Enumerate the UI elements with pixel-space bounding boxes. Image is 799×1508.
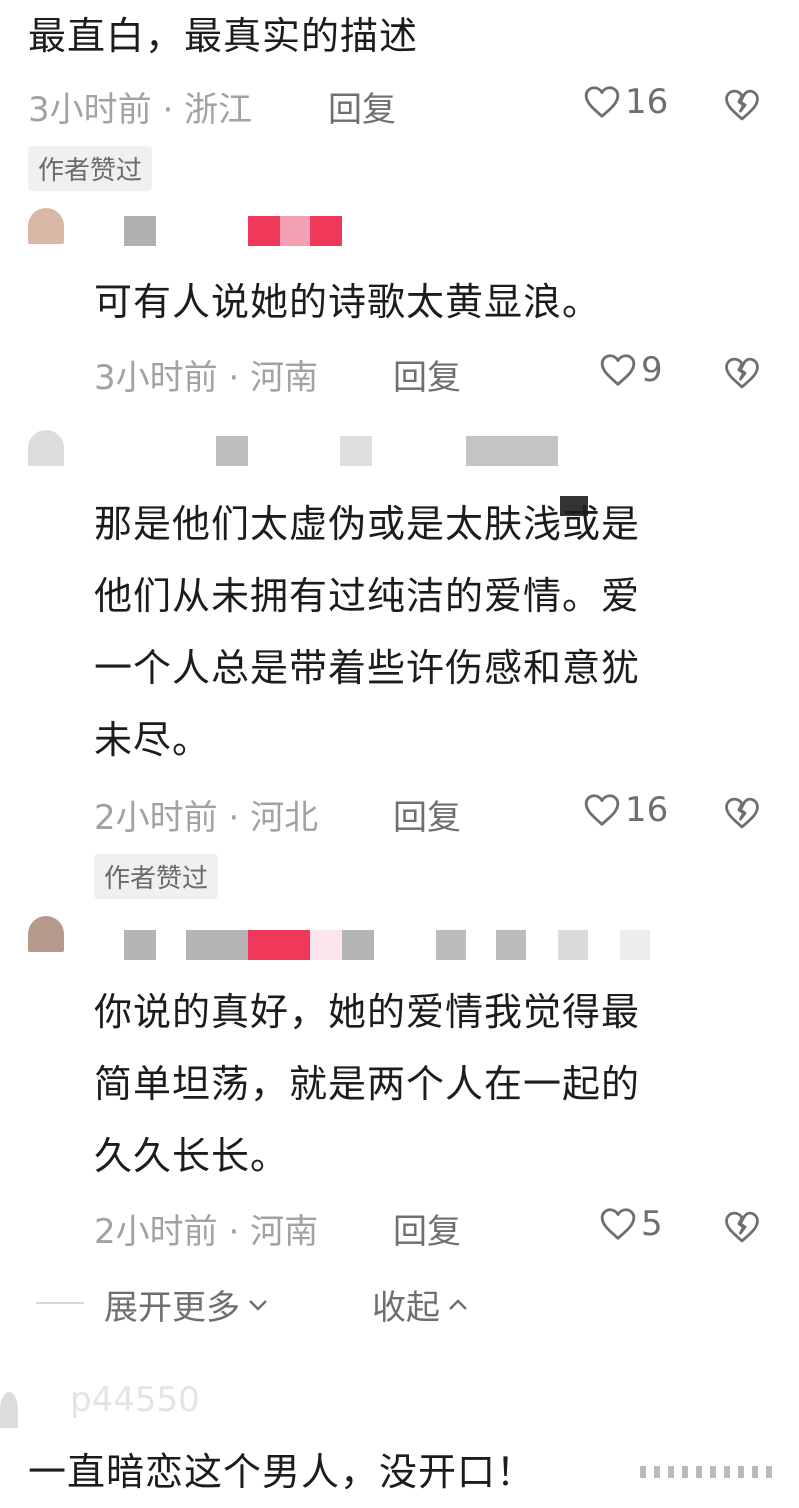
comment-line: 你说的真好，她的爱情我觉得最 xyxy=(94,990,641,1034)
redacted-username xyxy=(216,436,248,466)
like-button[interactable]: 16 xyxy=(583,82,668,122)
author-liked-badge: 作者赞过 xyxy=(94,854,219,899)
expand-more-label: 展开更多 xyxy=(104,1288,240,1328)
reply-button[interactable]: 回复 xyxy=(328,90,396,130)
redacted-badge xyxy=(248,930,310,960)
collapse-button[interactable]: 收起 xyxy=(372,1280,470,1329)
meta-separator: · xyxy=(162,90,185,130)
redacted-username xyxy=(124,930,156,960)
comment-time: 3小时前 xyxy=(94,358,218,398)
meta-separator: · xyxy=(228,1212,251,1252)
reply-button[interactable]: 回复 xyxy=(393,798,461,838)
comment-location: 浙江 xyxy=(184,90,253,130)
redacted-badge xyxy=(496,930,526,960)
chevron-up-icon xyxy=(446,1297,470,1313)
redacted-badge xyxy=(466,436,558,466)
comment-location: 河南 xyxy=(250,1212,319,1252)
comment-line: 一个人总是带着些许伤感和意犹 xyxy=(94,646,641,690)
divider-line xyxy=(36,1302,84,1304)
redacted-badge xyxy=(558,930,588,960)
comment-text: 最直白，最真实的描述 xyxy=(28,14,419,58)
heart-outline-icon xyxy=(599,1206,637,1242)
heart-outline-icon xyxy=(599,352,637,388)
comment-meta: 2小时前 · 河南 xyxy=(94,1204,318,1253)
comment-line: 那是他们太虚伪或是太肤浅或是 xyxy=(94,502,641,546)
like-button[interactable]: 9 xyxy=(599,350,663,390)
redacted-badge xyxy=(342,930,374,960)
redacted-badge xyxy=(248,216,280,246)
like-count: 16 xyxy=(625,790,669,830)
heart-outline-icon xyxy=(583,792,621,828)
avatar[interactable] xyxy=(28,430,64,466)
comment-time: 2小时前 xyxy=(94,798,218,838)
comment-meta: 2小时前 · 河北 xyxy=(94,790,318,839)
comment-meta: 3小时前 · 浙江 xyxy=(28,82,252,131)
redacted-badge xyxy=(436,930,466,960)
redacted-fragment xyxy=(640,1466,780,1478)
avatar[interactable] xyxy=(0,1392,18,1428)
redacted-badge xyxy=(310,216,342,246)
like-button[interactable]: 16 xyxy=(583,790,668,830)
chevron-down-icon xyxy=(246,1297,270,1313)
like-count: 9 xyxy=(641,350,663,390)
redacted-username xyxy=(340,436,372,466)
meta-separator: · xyxy=(228,798,251,838)
avatar[interactable] xyxy=(28,916,64,952)
broken-heart-icon[interactable] xyxy=(723,88,761,122)
redacted-badge xyxy=(620,930,650,960)
comment-text: 你说的真好，她的爱情我觉得最 简单坦荡，就是两个人在一起的 久久长长。 xyxy=(94,976,640,1192)
reply-button[interactable]: 回复 xyxy=(393,358,461,398)
comment-line: 未尽。 xyxy=(94,718,212,762)
meta-separator: · xyxy=(228,358,251,398)
comment-location: 河北 xyxy=(250,798,319,838)
expand-more-button[interactable]: 展开更多 xyxy=(104,1280,270,1329)
comment-time: 3小时前 xyxy=(28,90,152,130)
comment-line: 简单坦荡，就是两个人在一起的 xyxy=(94,1062,641,1106)
comment-line: 他们从未拥有过纯洁的爱情。爱 xyxy=(94,574,641,618)
broken-heart-icon[interactable] xyxy=(723,1210,761,1244)
like-button[interactable]: 5 xyxy=(599,1204,663,1244)
avatar[interactable] xyxy=(28,208,64,244)
collapse-label: 收起 xyxy=(372,1288,440,1328)
heart-outline-icon xyxy=(583,84,621,120)
comment-meta: 3小时前 · 河南 xyxy=(94,350,318,399)
comment-text: 那是他们太虚伪或是太肤浅或是 他们从未拥有过纯洁的爱情。爱 一个人总是带着些许伤… xyxy=(94,488,640,776)
comment-location: 河南 xyxy=(250,358,319,398)
redacted-badge xyxy=(310,930,342,960)
redacted-badge xyxy=(280,216,310,246)
broken-heart-icon[interactable] xyxy=(723,356,761,390)
like-count: 5 xyxy=(641,1204,663,1244)
comment-text: 一直暗恋这个男人，没开口！ xyxy=(28,1450,536,1494)
comment-line: 久久长长。 xyxy=(94,1134,290,1178)
redacted-username xyxy=(124,216,156,246)
reply-button[interactable]: 回复 xyxy=(393,1212,461,1252)
username[interactable]: p44550 xyxy=(70,1380,200,1420)
redacted-username xyxy=(186,930,248,960)
author-liked-badge: 作者赞过 xyxy=(28,146,153,191)
comment-time: 2小时前 xyxy=(94,1212,218,1252)
broken-heart-icon[interactable] xyxy=(723,796,761,830)
comment-text: 可有人说她的诗歌太黄显浪。 xyxy=(94,280,602,324)
like-count: 16 xyxy=(625,82,669,122)
